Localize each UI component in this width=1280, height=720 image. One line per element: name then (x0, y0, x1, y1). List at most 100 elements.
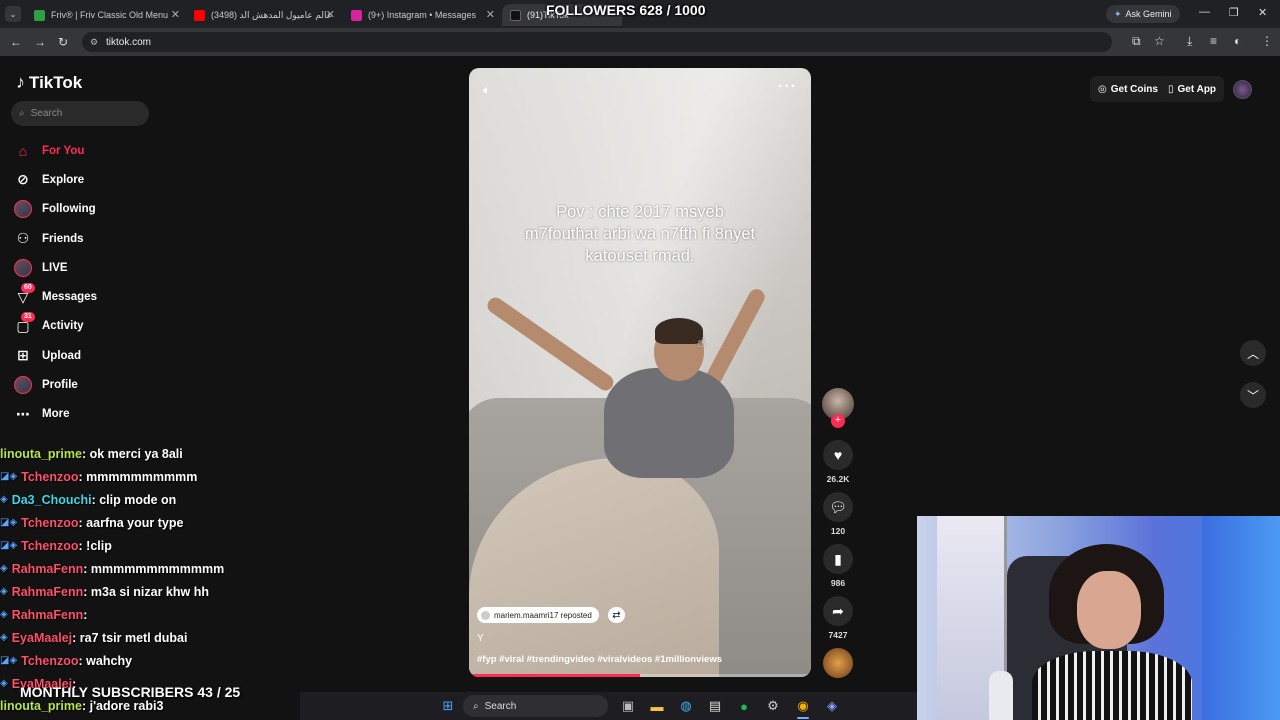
close-tab-icon[interactable]: ✕ (486, 8, 495, 21)
forward-arrow-icon[interactable]: → (34, 35, 46, 49)
video-hashtags[interactable]: #fyp #viral #trendingvideo #viralvideos … (477, 654, 722, 665)
sidebar-item-live[interactable]: LIVE (14, 253, 164, 282)
file-explorer-icon[interactable]: ▬ (647, 696, 667, 716)
comment-button[interactable]: 💬︎ 120 (822, 492, 854, 536)
volume-icon[interactable]: 🔈︎ (483, 82, 491, 98)
sidebar-item-upload[interactable]: ⊞ Upload (14, 341, 164, 370)
tiktok-logo[interactable]: ♪ TikTok (16, 72, 82, 93)
close-window-icon[interactable]: ✕ (1258, 6, 1267, 19)
sidebar-item-activity[interactable]: ▢ 31 Activity (14, 312, 164, 341)
browser-tab-youtube[interactable]: (3498) عالم عاميول المدهش الد ✕ (186, 4, 341, 26)
chat-badge-icon: ◈ (0, 609, 8, 620)
chat-text: : mmmmmmmmmm (78, 469, 198, 484)
close-tab-icon[interactable]: ✕ (171, 8, 180, 21)
restore-icon[interactable]: ❐ (1229, 6, 1239, 19)
edge-browser-icon[interactable]: ◍ (676, 696, 696, 716)
search-input[interactable]: ⌕ Search (11, 101, 149, 126)
video-more-icon[interactable]: ··· (778, 78, 797, 96)
sidebar-item-friends[interactable]: ⚇ Friends (14, 224, 164, 253)
chat-username: RahmaFenn (11, 607, 84, 622)
next-video-button[interactable]: ﹀ (1240, 382, 1266, 408)
like-button[interactable]: ♥ 26.2K (822, 440, 854, 484)
profile-avatar-icon[interactable]: ◐ (1234, 34, 1241, 48)
webcam-face (1077, 571, 1141, 649)
reading-list-icon[interactable]: ≡ (1210, 34, 1217, 48)
get-app-label: Get App (1177, 83, 1217, 95)
webcam-overlay (917, 516, 1280, 720)
music-disc-avatar[interactable] (823, 648, 853, 678)
share-arrow-icon: ➦ (823, 596, 853, 626)
webcam-led-light (1202, 516, 1280, 720)
sidebar-item-label: Profile (42, 379, 78, 392)
sidebar-item-profile[interactable]: Profile (14, 370, 164, 399)
search-icon: ⌕ (473, 700, 479, 712)
settings-gear-icon[interactable]: ⚙ (763, 696, 783, 716)
share-button[interactable]: ➦ 7427 (822, 596, 854, 640)
reload-icon[interactable]: ↻ (58, 35, 68, 49)
sidebar-item-label: For You (42, 144, 85, 157)
previous-video-button[interactable]: ︿ (1240, 340, 1266, 366)
task-view-icon[interactable]: ▣ (618, 696, 638, 716)
friv-favicon-icon (34, 9, 45, 21)
chat-username: linouta_prime (0, 698, 82, 713)
taskbar-search[interactable]: ⌕ Search (463, 695, 608, 717)
minimize-icon[interactable]: — (1199, 6, 1210, 18)
save-count: 986 (830, 578, 846, 588)
video-progress-bar[interactable] (469, 674, 811, 677)
webcam-striped-top (1032, 651, 1192, 720)
chat-text: : ra7 tsir metl dubai (72, 630, 188, 645)
sidebar-item-messages[interactable]: ▽ 60 Messages (14, 282, 164, 311)
cast-icon[interactable]: ⧉ (1132, 34, 1141, 49)
chat-message: ◈ EyaMaalej : ra7 tsir metl dubai (0, 626, 187, 649)
tab-search-button[interactable]: ⌄ (5, 6, 21, 22)
chat-message: ◈ Da3_Chouchi : clip mode on (0, 488, 176, 511)
sidebar-item-label: Following (42, 203, 96, 216)
close-tab-icon[interactable]: ✕ (326, 8, 335, 21)
sidebar-item-more[interactable]: ⋯ More (14, 400, 164, 429)
tiktok-note-icon: ♪ (16, 72, 25, 92)
save-button[interactable]: ▮ 986 (822, 544, 854, 588)
like-count: 26.2K (826, 474, 850, 484)
spotify-icon[interactable]: ● (734, 696, 754, 716)
logo-text: TikTok (29, 72, 83, 92)
tab-title: (3498) عالم عاميول المدهش الد (211, 9, 333, 20)
browser-menu-icon[interactable]: ⋮ (1261, 34, 1273, 48)
chat-username: Da3_Chouchi (11, 492, 92, 507)
ask-gemini-button[interactable]: ✦ Ask Gemini (1106, 5, 1180, 23)
download-icon[interactable]: ⤓ (1187, 34, 1192, 49)
chat-message: ◈ RahmaFenn : (0, 603, 87, 626)
chat-text: : wahchy (78, 653, 133, 668)
chat-text: : ok merci ya 8ali (81, 446, 183, 461)
chat-text: : clip mode on (91, 492, 177, 507)
user-avatar[interactable] (1233, 80, 1252, 99)
taskbar-search-label: Search (484, 700, 517, 712)
sidebar-item-for-you[interactable]: ⌂ For You (14, 136, 164, 165)
windows-start-icon[interactable]: ⊞ (438, 696, 458, 716)
sidebar-item-label: Activity (42, 320, 84, 333)
discord-icon[interactable]: ◈ (822, 696, 842, 716)
chat-badge-icon: ◈ (0, 494, 8, 505)
chat-text: : !clip (78, 538, 112, 553)
sidebar-nav: ⌂ For You ⊘ Explore Following ⚇ Friends … (14, 136, 164, 429)
video-player[interactable]: Pov : chte 2017 msyeb m7fouthat arbi wa … (469, 68, 811, 677)
activity-badge: 31 (21, 312, 35, 323)
follow-plus-icon[interactable]: + (831, 414, 845, 428)
store-icon[interactable]: ▤ (705, 696, 725, 716)
bookmark-star-icon[interactable]: ☆ (1154, 34, 1165, 48)
sidebar-item-explore[interactable]: ⊘ Explore (14, 165, 164, 194)
video-frame-hair (655, 318, 703, 344)
repost-badge[interactable]: mariem.maamri17 reposted (477, 607, 599, 623)
repost-icon[interactable]: ⇄ (608, 607, 625, 623)
browser-tab-instagram[interactable]: (9+) Instagram • Messages ✕ (343, 4, 501, 26)
chat-message: ◈ RahmaFenn : m3a si nizar khw hh (0, 580, 209, 603)
get-app-button[interactable]: ▯ Get App (1160, 76, 1225, 102)
browser-tab-friv[interactable]: Friv® | Friv Classic Old Menu ✕ (26, 4, 186, 26)
sidebar-item-following[interactable]: Following (14, 195, 164, 224)
url-field[interactable]: ⚙ tiktok.com (82, 32, 1112, 52)
back-arrow-icon[interactable]: ← (10, 35, 22, 49)
chrome-icon[interactable]: ◉ (793, 696, 813, 716)
site-info-icon[interactable]: ⚙ (90, 37, 98, 48)
chat-text: : mmmmmmmmmmmm (83, 561, 225, 576)
phone-icon: ▯ (1168, 83, 1174, 95)
get-coins-button[interactable]: ◎ Get Coins (1090, 76, 1166, 102)
